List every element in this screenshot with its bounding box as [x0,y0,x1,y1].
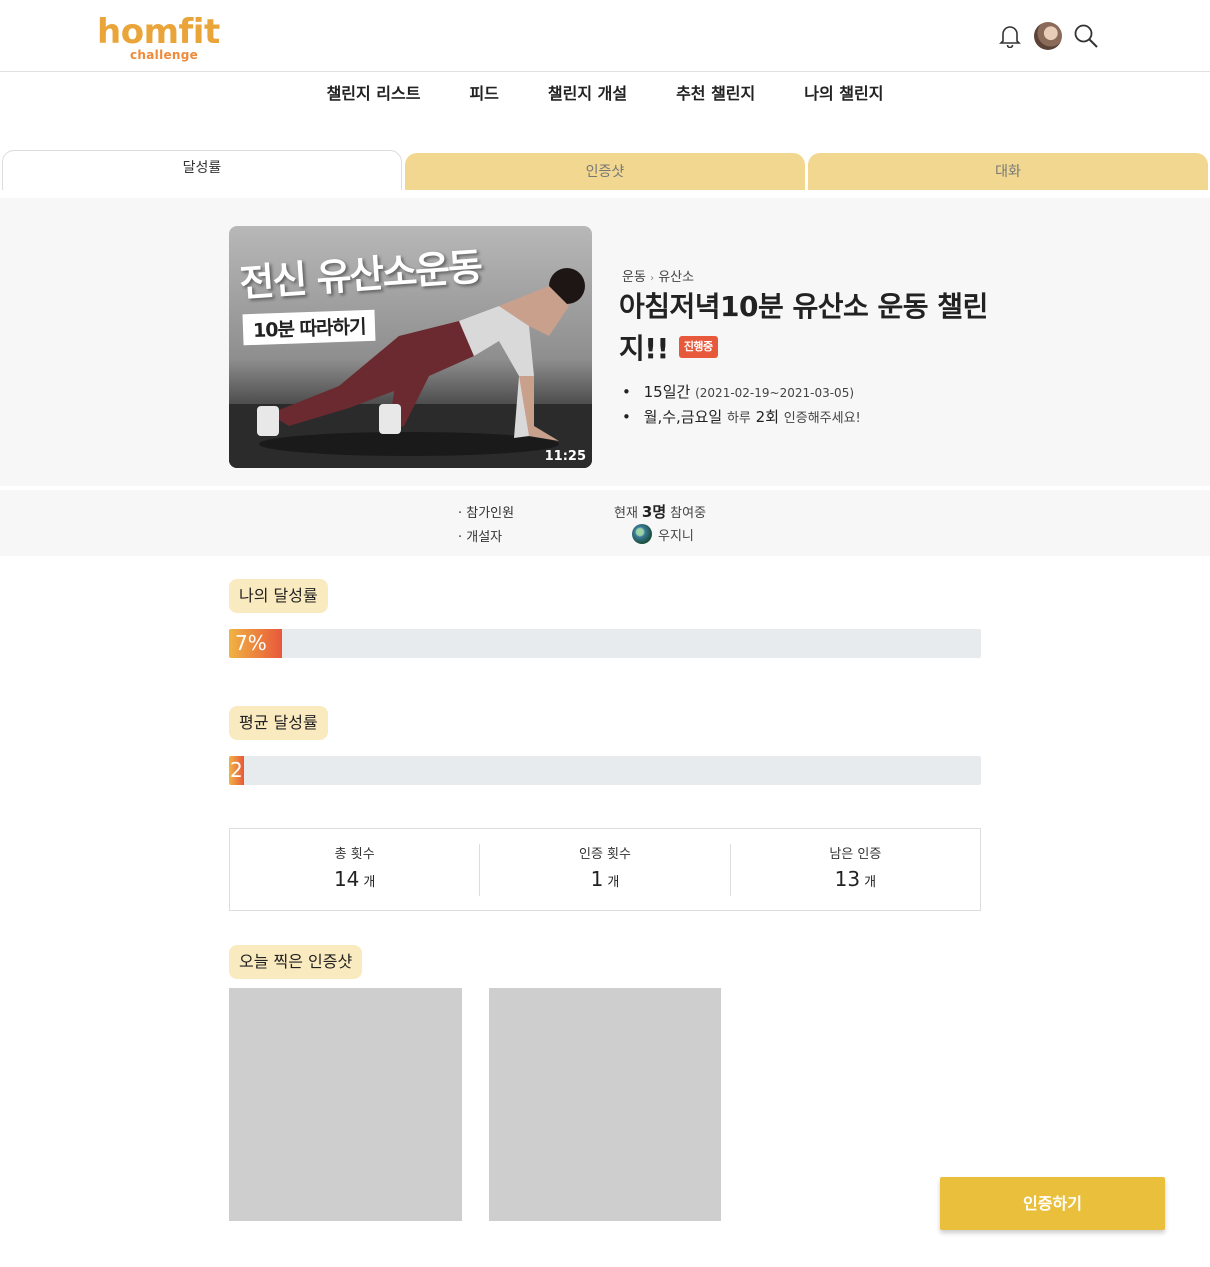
nav-challenge-list[interactable]: 챌린지 리스트 [327,72,421,118]
creator-avatar [632,524,652,544]
participants-count: 현재 3명 참여중 [614,503,707,521]
stat-label: 남은 인증 [829,846,882,862]
search-icon[interactable] [1072,22,1100,50]
stat-label: 총 횟수 [334,846,375,862]
period-range: (2021-02-19~2021-03-05) [695,386,855,400]
stat-label: 인증 횟수 [579,846,631,862]
challenge-title: 아침저녁10분 유산소 운동 챌린지!! 진행중 [619,286,989,370]
per-day-suffix: 인증해주세요! [783,411,861,426]
main-nav: 챌린지 리스트 피드 챌린지 개설 추천 챌린지 나의 챌린지 [0,72,1210,118]
thumbnail-subtitle: 10분 따라하기 [242,309,376,346]
creator-name: 우지니 [658,528,694,544]
tab-bar: 달성률 인증샷 대화 [2,150,1208,190]
challenge-period: 15일간 (2021-02-19~2021-03-05) [622,380,861,405]
video-thumbnail[interactable]: 전신 유산소운동 10분 따라하기 11:25 [229,226,592,468]
category[interactable]: 운동 [622,270,646,285]
stat-value: 14 개 [333,866,376,891]
logo-subtext: challenge [130,48,199,62]
stat-remaining: 남은 인증 13 개 [731,844,980,896]
participants-label: · 참가인원 [458,506,515,521]
today-photos-label: 오늘 찍은 인증샷 [229,945,363,979]
tab-photos[interactable]: 인증샷 [405,153,805,190]
creator-label: · 개설자 [458,530,503,545]
my-achievement-fill: 7% [229,629,282,658]
status-badge: 진행중 [678,336,718,358]
nav-my-challenge[interactable]: 나의 챌린지 [804,72,883,118]
verify-button[interactable]: 인증하기 [940,1177,1165,1230]
homfit-logo[interactable]: homfit challenge [97,12,237,64]
challenge-frequency: 월,수,금요일 하루 2회 인증해주세요! [622,405,861,431]
nav-feed[interactable]: 피드 [469,72,498,118]
creator-info[interactable]: 우지니 [614,524,694,544]
logo-text: homfit [97,12,220,52]
stat-total: 총 횟수 14 개 [230,843,481,896]
stat-value: 1개 [590,866,620,891]
avg-achievement-fill: 2 [229,756,244,785]
bell-icon[interactable] [996,22,1024,50]
challenge-details: 15일간 (2021-02-19~2021-03-05) 월,수,금요일 하루 … [622,380,861,431]
video-duration: 11:25 [544,449,586,464]
challenge-info: 전신 유산소운동 10분 따라하기 11:25 운동 › 유산소 아침저녁10분… [0,198,1210,486]
nav-create-challenge[interactable]: 챌린지 개설 [548,72,627,118]
my-achievement-bar: 7% [229,629,981,658]
avg-achievement-bar: 2 [229,756,981,785]
user-avatar[interactable] [1034,22,1062,50]
subcategory[interactable]: 유산소 [658,270,694,285]
stat-value: 13 개 [834,866,877,891]
tab-achievement[interactable]: 달성률 [2,150,402,190]
per-day-count: 2회 [755,408,780,426]
chevron-right-icon: › [650,273,655,284]
tab-chat[interactable]: 대화 [808,153,1208,190]
frequency-days: 월,수,금요일 [643,408,723,426]
participants-info: · 참가인원 · 개설자 현재 3명 참여중 우지니 [0,489,1210,556]
header-actions [996,21,1100,51]
photo-placeholder[interactable] [489,988,721,1221]
stat-verified: 인증 횟수 1개 [480,843,731,896]
top-header: homfit challenge [0,0,1210,72]
stats-box: 총 횟수 14 개 인증 횟수 1개 남은 인증 13 개 [229,828,981,911]
avg-achievement-label: 평균 달성률 [229,706,328,740]
period-days: 15일간 [643,383,691,401]
per-day-prefix: 하루 [726,411,751,426]
nav-recommended[interactable]: 추천 챌린지 [676,72,755,118]
my-achievement-label: 나의 달성률 [229,579,328,613]
challenge-title-text: 아침저녁10분 유산소 운동 챌린지!! [619,290,988,365]
breadcrumb: 운동 › 유산소 [622,266,694,285]
photo-placeholder[interactable] [229,988,462,1221]
